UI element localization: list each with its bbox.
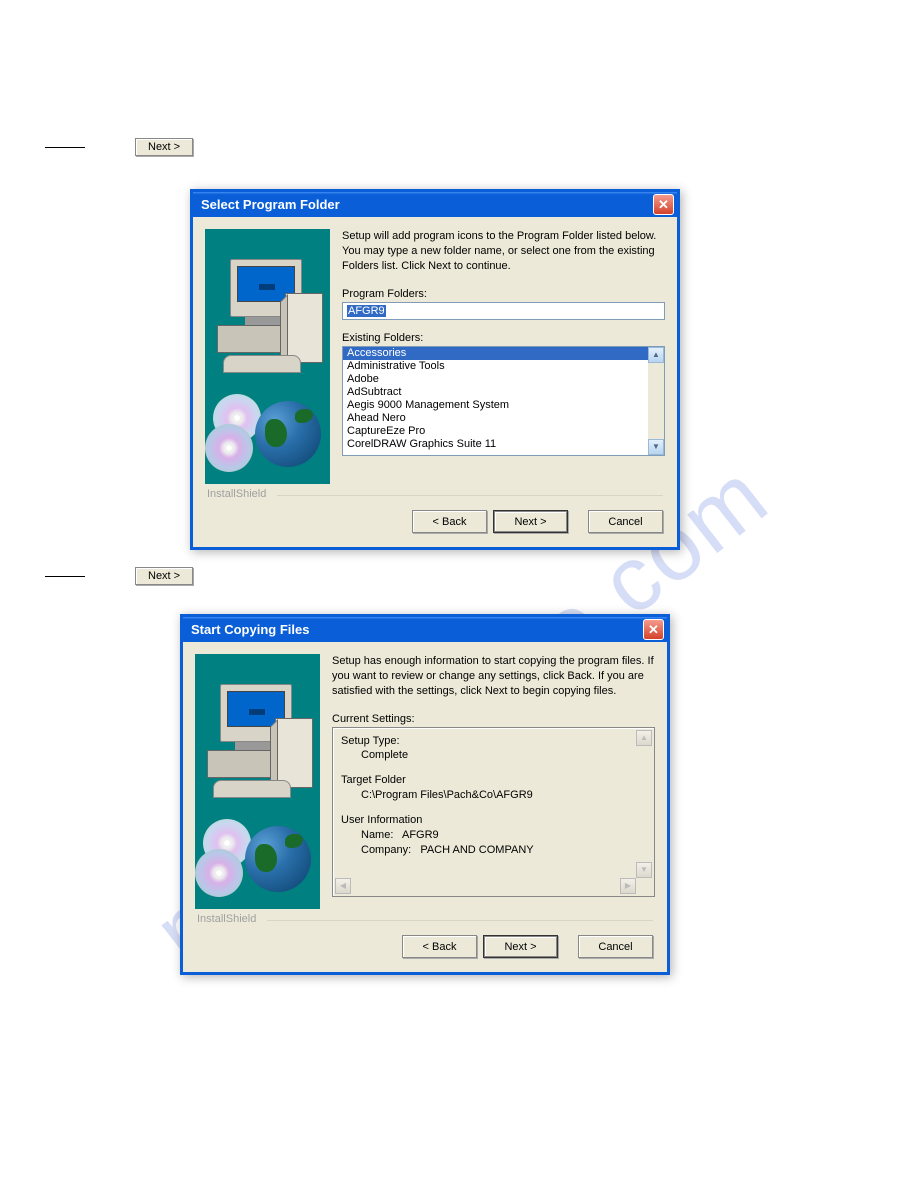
titlebar[interactable]: Start Copying Files ✕ (183, 617, 667, 642)
next-button[interactable]: Next > (483, 935, 558, 958)
list-item[interactable]: Accessories (343, 347, 648, 360)
instruction-text: Setup has enough information to start co… (332, 654, 655, 699)
scroll-down-icon[interactable]: ▼ (636, 862, 652, 878)
step-marker (45, 147, 85, 148)
user-company-value: PACH AND COMPANY (420, 844, 533, 856)
current-settings-box: Setup Type: Complete Target Folder C:\Pr… (332, 727, 655, 897)
existing-folders-listbox[interactable]: Accessories Administrative Tools Adobe A… (342, 346, 665, 456)
list-item[interactable]: CorelDRAW Graphics Suite 11 (343, 438, 648, 451)
target-folder-label: Target Folder (341, 773, 650, 788)
wizard-image (195, 654, 320, 909)
list-item[interactable]: Administrative Tools (343, 360, 648, 373)
scroll-up-icon[interactable]: ▲ (648, 347, 664, 363)
step-next-button[interactable]: Next > (135, 567, 193, 585)
program-folders-label: Program Folders: (342, 288, 665, 300)
user-info-label: User Information (341, 813, 650, 828)
program-folders-input[interactable]: AFGR9 (342, 302, 665, 320)
cancel-button[interactable]: Cancel (578, 935, 653, 958)
scrollbar-vertical[interactable]: ▲ ▼ (636, 730, 652, 878)
titlebar[interactable]: Select Program Folder ✕ (193, 192, 677, 217)
step-next-button[interactable]: Next > (135, 138, 193, 156)
scroll-down-icon[interactable]: ▼ (648, 439, 664, 455)
user-company-label: Company: (361, 844, 411, 856)
back-button[interactable]: < Back (402, 935, 477, 958)
scroll-left-icon[interactable]: ◀ (335, 878, 351, 894)
installshield-brand: InstallShield (193, 484, 677, 500)
scroll-up-icon[interactable]: ▲ (636, 730, 652, 746)
close-icon: ✕ (648, 623, 659, 636)
next-button[interactable]: Next > (493, 510, 568, 533)
setup-type-label: Setup Type: (341, 734, 650, 749)
current-settings-label: Current Settings: (332, 713, 655, 725)
select-program-folder-dialog: Select Program Folder ✕ Setup will add p… (190, 189, 680, 550)
list-item[interactable]: Ahead Nero (343, 412, 648, 425)
list-item[interactable]: Adobe (343, 373, 648, 386)
instruction-text: Setup will add program icons to the Prog… (342, 229, 665, 274)
start-copying-files-dialog: Start Copying Files ✕ Setup has enough i… (180, 614, 670, 975)
scrollbar-horizontal[interactable]: ◀ ▶ (335, 878, 636, 894)
target-folder-value: C:\Program Files\Pach&Co\AFGR9 (341, 788, 650, 803)
back-button[interactable]: < Back (412, 510, 487, 533)
titlebar-text: Start Copying Files (191, 622, 309, 637)
step-marker (45, 576, 85, 577)
installshield-brand: InstallShield (183, 909, 667, 925)
user-name-label: Name: (361, 829, 393, 841)
existing-folders-label: Existing Folders: (342, 332, 665, 344)
list-item[interactable]: AdSubtract (343, 386, 648, 399)
close-button[interactable]: ✕ (653, 194, 674, 215)
scroll-right-icon[interactable]: ▶ (620, 878, 636, 894)
titlebar-text: Select Program Folder (201, 197, 340, 212)
wizard-image (205, 229, 330, 484)
list-item[interactable]: Aegis 9000 Management System (343, 399, 648, 412)
list-item[interactable]: CaptureEze Pro (343, 425, 648, 438)
setup-type-value: Complete (341, 748, 650, 763)
close-button[interactable]: ✕ (643, 619, 664, 640)
cancel-button[interactable]: Cancel (588, 510, 663, 533)
scrollbar[interactable]: ▲ ▼ (648, 347, 664, 455)
user-name-value: AFGR9 (402, 829, 439, 841)
close-icon: ✕ (658, 198, 669, 211)
